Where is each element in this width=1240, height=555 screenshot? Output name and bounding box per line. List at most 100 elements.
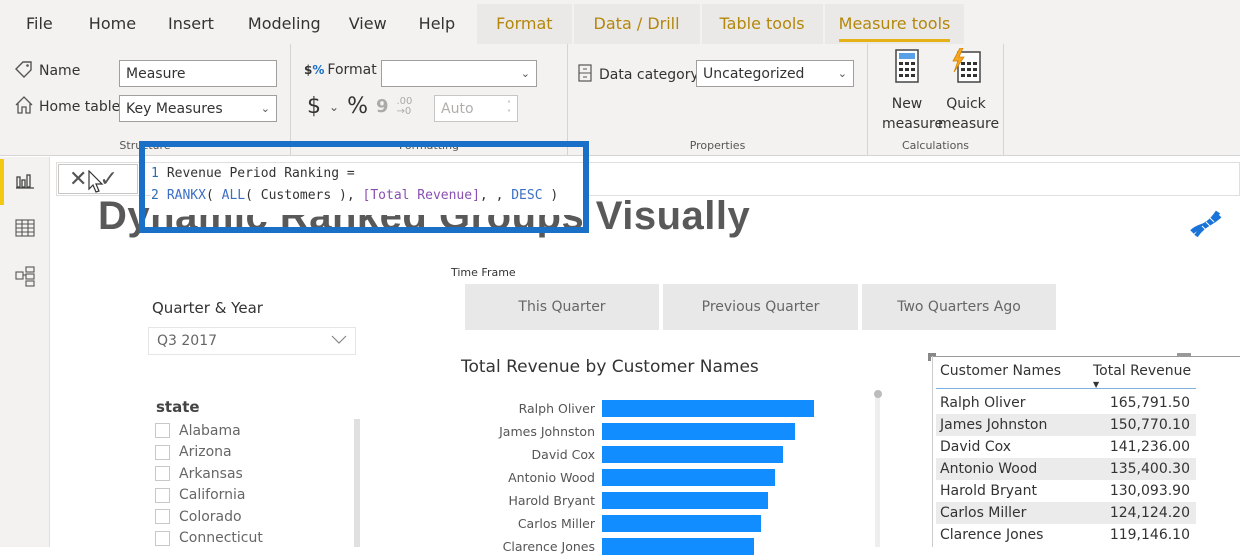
table-row[interactable]: David Cox 141,236.00 [936, 436, 1196, 458]
code-measure-ref: [Total Revenue] [362, 188, 480, 203]
cancel-icon[interactable]: ✕ [69, 167, 87, 192]
state-item[interactable]: Alabama [155, 420, 263, 442]
quarter-dropdown[interactable]: Q3 2017 [148, 327, 356, 355]
left-nav [0, 157, 50, 547]
tab-help[interactable]: Help [401, 4, 469, 44]
format-select[interactable]: ⌄ [381, 60, 537, 87]
cell-customer: Harold Bryant [940, 483, 1037, 499]
table-row[interactable]: Clarence Jones 119,146.10 [936, 524, 1196, 546]
checkbox[interactable] [155, 423, 170, 439]
state-item[interactable]: California [155, 485, 263, 507]
code-line-1: 1 Revenue Period Ranking = [151, 163, 583, 185]
tab-measure-tools[interactable]: Measure tools [824, 4, 965, 44]
table-row[interactable]: Harold Bryant 130,093.90 [936, 480, 1196, 502]
quick-measure-label-2: measure [938, 116, 1000, 132]
state-item[interactable]: Arizona [155, 442, 263, 464]
model-icon [14, 265, 36, 291]
spinner-icon[interactable]: ˄ ˅ [507, 100, 511, 118]
bar-label: Harold Bryant [508, 493, 595, 508]
state-item[interactable]: Arkansas [155, 463, 263, 485]
nav-report-view[interactable] [0, 159, 50, 205]
chart-scrollbar[interactable] [875, 392, 880, 547]
cell-customer: Clarence Jones [940, 527, 1044, 543]
table-row[interactable]: Carlos Miller 124,124.20 [936, 502, 1196, 524]
nav-model-view[interactable] [0, 255, 50, 301]
table-row[interactable]: Ralph Oliver 165,791.50 [936, 392, 1196, 414]
table-row[interactable]: Antonio Wood 135,400.30 [936, 458, 1196, 480]
tab-insert[interactable]: Insert [150, 4, 228, 44]
tab-table-tools[interactable]: Table tools [701, 4, 823, 44]
tab-file[interactable]: File [0, 4, 67, 44]
bar-chart-icon [15, 171, 35, 193]
percent-button[interactable]: % [347, 94, 368, 119]
bar-label: James Johnston [499, 424, 595, 439]
bar[interactable] [602, 446, 783, 463]
tab-format[interactable]: Format [477, 4, 572, 44]
new-measure-label-2: measure [882, 116, 944, 132]
cell-revenue: 124,124.20 [1109, 505, 1190, 521]
bar[interactable] [602, 423, 795, 440]
column-header-revenue[interactable]: Total Revenue [1093, 363, 1191, 379]
table-row[interactable]: James Johnston 150,770.10 [936, 414, 1196, 436]
time-frame-two-quarters-ago[interactable]: Two Quarters Ago [862, 284, 1056, 330]
state-label: Arizona [179, 444, 232, 461]
bar[interactable] [602, 469, 776, 486]
state-list-scrollbar[interactable] [354, 419, 360, 547]
group-structure: Name Measure Home table Key Measures ⌄ S… [0, 44, 291, 156]
cell-revenue: 165,791.50 [1109, 395, 1190, 411]
dax-editor-highlight: 1 Revenue Period Ranking = 2 RANKX( ALL( C… [139, 141, 589, 233]
new-measure-label-1: New [891, 96, 923, 112]
name-input[interactable]: Measure [119, 60, 277, 87]
data-category-select[interactable]: Uncategorized ⌄ [696, 60, 854, 87]
cell-revenue: 150,770.10 [1109, 417, 1190, 433]
quick-measure-button[interactable]: Quick measure [938, 47, 1000, 134]
code-function: ALL [221, 188, 246, 203]
tab-view[interactable]: View [335, 4, 401, 44]
format-icon: $% [304, 63, 325, 77]
bar[interactable] [602, 400, 814, 417]
tab-modeling[interactable]: Modeling [228, 4, 335, 44]
data-category-icon [578, 64, 592, 86]
quarter-slicer-title: Quarter & Year [152, 299, 263, 317]
drag-handle[interactable] [1177, 353, 1191, 356]
comma-button[interactable]: 9 [376, 96, 389, 117]
tab-home[interactable]: Home [67, 4, 150, 44]
time-frame-this-quarter[interactable]: This Quarter [465, 284, 659, 330]
checkbox[interactable] [155, 530, 170, 546]
checkbox[interactable] [155, 444, 170, 460]
checkbox[interactable] [155, 487, 170, 503]
cell-customer: David Cox [940, 439, 1012, 455]
nav-data-view[interactable] [0, 207, 50, 253]
home-table-label: Home table [39, 99, 121, 115]
state-label: California [179, 487, 246, 504]
group-formatting: $% Format ⌄ $ ⌄ % 9 .00 →0 Auto ˄ ˅ Format… [291, 44, 568, 156]
state-slicer-title: state [156, 398, 200, 416]
cell-customer: Carlos Miller [940, 505, 1027, 521]
chart-scrollbar-thumb[interactable] [874, 390, 882, 398]
table-frame-line [930, 356, 1240, 357]
state-item[interactable]: Connecticut [155, 528, 263, 550]
quick-measure-label-1: Quick [946, 96, 986, 112]
decimal-icon[interactable]: .00 →0 [397, 96, 413, 117]
decimal-places-input[interactable]: Auto ˄ ˅ [434, 95, 518, 122]
checkbox[interactable] [155, 466, 170, 482]
state-label: Alabama [179, 422, 241, 439]
home-table-row: Home table [14, 95, 120, 119]
time-frame-previous-quarter[interactable]: Previous Quarter [663, 284, 858, 330]
code-line-2: 2 RANKX( ALL( Customers ), [Total Revenue… [151, 185, 583, 207]
new-measure-button[interactable]: New measure [882, 48, 944, 134]
data-category-value: Uncategorized [703, 65, 805, 82]
checkbox[interactable] [155, 509, 170, 525]
dax-editor[interactable]: 1 Revenue Period Ranking = 2 RANKX( ALL( C… [151, 163, 583, 215]
ribbon-tabs: File Home Insert Modeling View Help Form… [0, 0, 1240, 44]
currency-dropdown-icon[interactable]: ⌄ [329, 100, 339, 114]
bar[interactable] [602, 515, 761, 532]
home-table-select[interactable]: Key Measures ⌄ [119, 95, 277, 122]
tab-data-drill[interactable]: Data / Drill [573, 4, 700, 44]
column-header-customer[interactable]: Customer Names [940, 363, 1061, 379]
bar[interactable] [602, 492, 769, 509]
chevron-down-icon: ⌄ [520, 67, 530, 80]
state-item[interactable]: Colorado [155, 506, 263, 528]
chevron-down-icon: ⌄ [837, 67, 847, 80]
currency-button[interactable]: $ [307, 94, 321, 119]
